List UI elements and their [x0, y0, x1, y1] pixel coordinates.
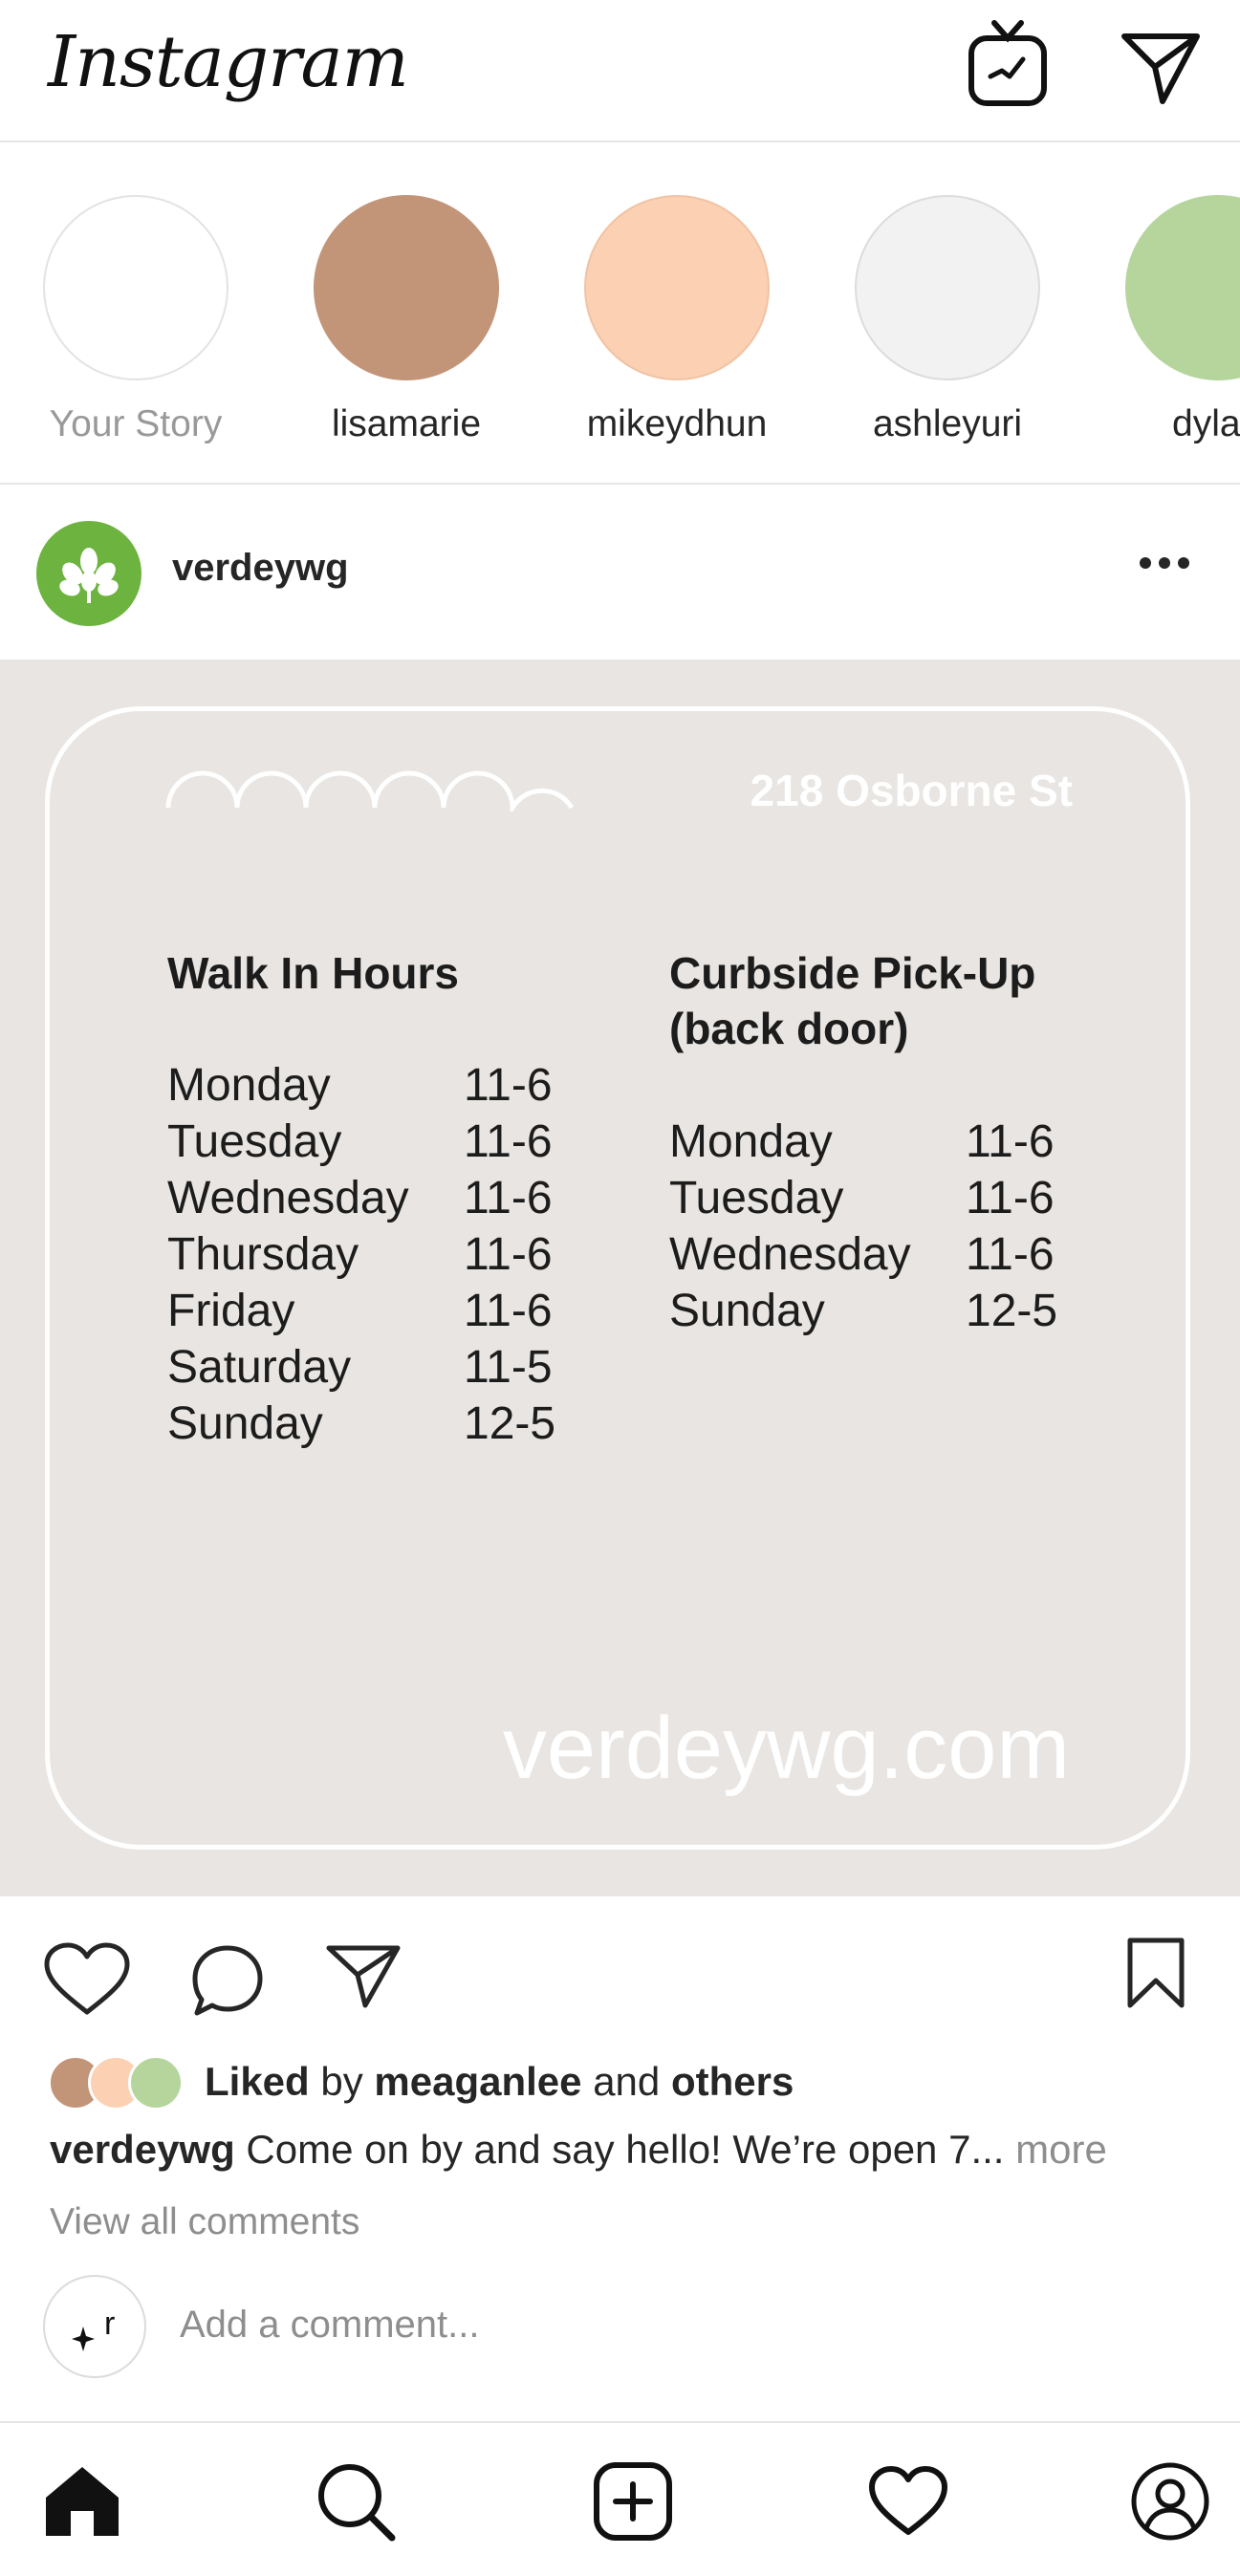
hours-row: Saturday 11-5	[167, 1339, 588, 1396]
liker-avatar	[128, 2055, 184, 2111]
website-text: verdeywg.com	[502, 1699, 1070, 1797]
day-label: Sunday	[167, 1398, 323, 1449]
and-word: and	[581, 2059, 671, 2104]
caption-username[interactable]: verdeywg	[50, 2127, 235, 2172]
day-label: Monday	[167, 1060, 331, 1111]
hours-row: Tuesday 11-6	[167, 1114, 588, 1170]
likes-row[interactable]: Liked by meaganlee and others	[0, 2055, 1240, 2116]
leaf-logo-icon	[59, 548, 119, 603]
post-header: verdeywg	[0, 485, 1240, 661]
story-mikeydhun[interactable]: mikeydhun	[572, 195, 782, 445]
igtv-icon[interactable]	[968, 17, 1048, 107]
share-paper-plane-icon[interactable]	[325, 1942, 402, 2016]
add-comment-row: r Add a comment...	[0, 2275, 1240, 2418]
sparkle-icon	[72, 2327, 95, 2351]
day-label: Saturday	[167, 1342, 352, 1393]
post-avatar[interactable]	[36, 521, 141, 626]
activity-heart-icon[interactable]	[868, 2465, 948, 2543]
day-label: Friday	[167, 1286, 295, 1336]
time-label: 11-6	[966, 1229, 1055, 1280]
story-label: ashleyuri	[872, 403, 1023, 444]
top-bar: Instagram	[0, 0, 1240, 142]
by-word: by	[309, 2059, 375, 2104]
like-heart-icon[interactable]	[43, 1941, 131, 2023]
search-icon[interactable]	[315, 2461, 396, 2546]
hours-row: Monday 11-6	[669, 1114, 1090, 1170]
my-avatar-letter: r	[104, 2305, 116, 2342]
story-avatar	[855, 195, 1040, 380]
liked-word: Liked	[205, 2059, 310, 2104]
day-label: Monday	[669, 1116, 833, 1167]
story-your-story[interactable]: Your Story	[31, 195, 241, 445]
hours-row: Friday 11-6	[167, 1283, 588, 1339]
story-label: Your Story	[49, 403, 223, 444]
likes-text: Liked by meaganlee and others	[205, 2059, 794, 2105]
view-all-comments-link[interactable]: View all comments	[50, 2201, 359, 2243]
hours-row: Tuesday 11-6	[669, 1170, 1090, 1226]
direct-message-icon[interactable]	[1120, 27, 1201, 107]
more-options-icon[interactable]	[1138, 553, 1191, 577]
hours-row: Monday 11-6	[167, 1057, 588, 1114]
post-username[interactable]: verdeywg	[172, 547, 349, 590]
stories-tray: Your Story lisamarie mikeydhun ashleyuri…	[0, 142, 1240, 485]
my-avatar: r	[43, 2275, 146, 2378]
day-label: Wednesday	[669, 1229, 911, 1280]
story-avatar	[584, 195, 770, 380]
caption-more-link[interactable]: more	[1015, 2127, 1107, 2172]
story-ashleyuri[interactable]: ashleyuri	[842, 195, 1053, 445]
hours-row: Sunday 12-5	[167, 1396, 588, 1452]
curbside-title-line1: Curbside Pick-Up	[669, 948, 1036, 998]
day-label: Tuesday	[167, 1116, 342, 1167]
story-avatar	[43, 195, 228, 380]
liker-username[interactable]: meaganlee	[374, 2059, 581, 2104]
scallop-decoration	[165, 770, 575, 812]
hours-row: Sunday 12-5	[669, 1283, 1090, 1339]
time-label: 12-5	[464, 1398, 556, 1449]
home-icon[interactable]	[42, 2463, 122, 2544]
time-label: 11-6	[464, 1286, 553, 1336]
story-avatar	[314, 195, 499, 380]
comment-bubble-icon[interactable]	[189, 1942, 266, 2024]
day-label: Wednesday	[167, 1173, 409, 1223]
time-label: 11-6	[464, 1229, 553, 1280]
hours-row: Thursday 11-6	[167, 1226, 588, 1283]
day-label: Sunday	[669, 1286, 825, 1336]
time-label: 12-5	[966, 1286, 1058, 1336]
time-label: 11-6	[966, 1173, 1055, 1223]
curbside-title-line2: (back door)	[669, 1004, 909, 1053]
add-comment-input[interactable]: Add a comment...	[180, 2304, 479, 2347]
caption-text: Come on by and say hello! We’re open 7..…	[234, 2127, 1016, 2172]
time-label: 11-5	[464, 1342, 553, 1393]
profile-icon[interactable]	[1130, 2461, 1210, 2546]
story-dyla[interactable]: dyla	[1113, 195, 1240, 445]
bookmark-icon[interactable]	[1126, 1937, 1186, 2014]
address-text: 218 Osborne St	[750, 766, 1073, 815]
story-lisamarie[interactable]: lisamarie	[301, 195, 511, 445]
post-caption: verdeywg Come on by and say hello! We’re…	[50, 2127, 1107, 2173]
story-avatar	[1125, 195, 1240, 380]
app-logo[interactable]: Instagram	[48, 21, 409, 103]
time-label: 11-6	[464, 1116, 553, 1167]
others-link[interactable]: others	[671, 2059, 794, 2104]
post-actions	[0, 1898, 1240, 2051]
time-label: 11-6	[464, 1173, 553, 1223]
hours-row: Wednesday 11-6	[167, 1170, 588, 1226]
post-image[interactable]: 218 Osborne St Walk In Hours Monday 11-6 …	[0, 661, 1240, 1896]
time-label: 11-6	[464, 1060, 553, 1111]
story-label: mikeydhun	[586, 403, 768, 444]
time-label: 11-6	[966, 1116, 1055, 1167]
hours-row: Wednesday 11-6	[669, 1226, 1090, 1283]
day-label: Tuesday	[669, 1173, 844, 1223]
bottom-nav	[0, 2421, 1240, 2576]
walk-in-title: Walk In Hours	[167, 948, 459, 998]
day-label: Thursday	[167, 1229, 359, 1280]
add-post-icon[interactable]	[593, 2461, 673, 2546]
story-label: lisamarie	[331, 403, 482, 444]
story-label: dyla	[1172, 403, 1240, 444]
